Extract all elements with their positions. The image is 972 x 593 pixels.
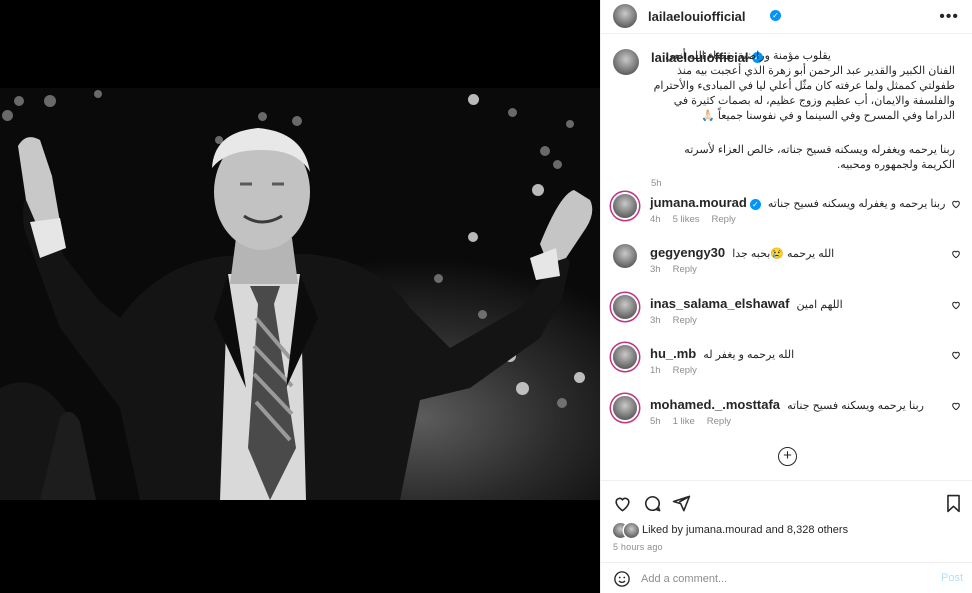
comment-username[interactable]: hu_.mb — [650, 346, 696, 361]
comment-time: 3h — [650, 315, 661, 326]
commenter-avatar[interactable] — [613, 396, 637, 420]
add-comment-bar: Post — [601, 562, 972, 593]
caption-text: يقلوب مؤمنة وراضية بقضاء الله أنعي الفنا… — [653, 50, 955, 122]
instagram-post-modal: lailaelouiofficial ✓ ••• lailaelouioffic… — [0, 0, 972, 593]
comment-text: الله يرحمه و يغفر له — [703, 349, 795, 361]
liker-avatar[interactable] — [624, 523, 639, 538]
commenter-avatar[interactable] — [613, 194, 637, 218]
caption-author-avatar[interactable] — [613, 49, 639, 75]
comment-username[interactable]: jumana.mourad — [650, 195, 747, 210]
man-figure — [0, 128, 593, 500]
comment-meta: 1h Reply — [650, 365, 709, 376]
heart-icon[interactable] — [951, 300, 961, 310]
comments-section[interactable]: lailaelouiofficial ✓ يقلوب مؤمنة وراضية ب… — [601, 35, 972, 480]
comment-username[interactable]: gegyengy30 — [650, 245, 725, 260]
author-username[interactable]: lailaelouiofficial — [648, 9, 746, 24]
commenter-avatar[interactable] — [613, 295, 637, 319]
emoji-icon[interactable] — [613, 570, 631, 588]
post-actions-bar: Liked by jumana.mourad and 8,328 others … — [601, 480, 972, 593]
heart-icon[interactable] — [951, 350, 961, 360]
reply-button[interactable]: Reply — [673, 315, 697, 326]
comment-time: 4h — [650, 214, 661, 225]
share-icon[interactable] — [672, 494, 691, 513]
likes-summary[interactable]: Liked by jumana.mourad and 8,328 others — [642, 524, 848, 536]
comment-body: mohamed._.mosttafa ربنا يرحمه ويسكنه فسي… — [650, 397, 924, 412]
comment-text: الله يرحمه 😢بحبه جدا — [732, 248, 835, 260]
post-header: lailaelouiofficial ✓ ••• — [601, 0, 972, 34]
heart-icon[interactable] — [951, 249, 961, 259]
post-media[interactable] — [0, 0, 600, 593]
reply-button[interactable]: Reply — [673, 365, 697, 376]
caption-time: 5h — [651, 178, 662, 189]
comment-likes[interactable]: 1 like — [673, 416, 695, 427]
comment-text: اللهم امين — [796, 299, 843, 311]
comment-body: inas_salama_elshawaf اللهم امين — [650, 296, 843, 311]
comment-item: jumana.mourad ✓ ربنا يرحمه و يغفرله ويسكن… — [611, 190, 961, 236]
comment-item: mohamed._.mosttafa ربنا يرحمه ويسكنه فسي… — [611, 392, 961, 438]
comment-time: 5h — [650, 416, 661, 427]
commenter-avatar[interactable] — [613, 244, 637, 268]
comment-meta: 3h Reply — [650, 315, 709, 326]
comment-time: 1h — [650, 365, 661, 376]
comment-meta: 4h 5 likes Reply — [650, 214, 748, 225]
reply-button[interactable]: Reply — [712, 214, 736, 225]
comment-body: jumana.mourad ✓ ربنا يرحمه و يغفرله ويسكن… — [650, 195, 945, 210]
post-comment-button[interactable]: Post — [941, 572, 963, 584]
comment-item: inas_salama_elshawaf اللهم امين 3h Reply — [611, 291, 961, 337]
verified-badge-icon: ✓ — [749, 198, 761, 210]
post-timestamp: 5 hours ago — [613, 542, 663, 552]
comment-icon[interactable] — [643, 494, 662, 513]
plus-circle-icon[interactable]: + — [778, 447, 797, 466]
comment-input[interactable] — [641, 571, 921, 587]
reply-button[interactable]: Reply — [673, 264, 697, 275]
heart-icon[interactable] — [951, 199, 961, 209]
commenter-avatar[interactable] — [613, 345, 637, 369]
post-photo — [0, 88, 600, 500]
comment-item: gegyengy30 الله يرحمه 😢بحبه جدا 3h Reply — [611, 240, 961, 286]
heart-icon[interactable] — [613, 494, 632, 513]
comment-username[interactable]: mohamed._.mosttafa — [650, 397, 780, 412]
comment-body: gegyengy30 الله يرحمه 😢بحبه جدا — [650, 245, 834, 260]
comment-meta: 3h Reply — [650, 264, 709, 275]
bookmark-icon[interactable] — [945, 494, 962, 513]
heart-icon[interactable] — [951, 401, 961, 411]
comment-username[interactable]: inas_salama_elshawaf — [650, 296, 789, 311]
comment-likes[interactable]: 5 likes — [673, 214, 700, 225]
comment-text: ربنا يرحمه و يغفرله ويسكنه فسيح جناته — [767, 198, 946, 210]
reply-button[interactable]: Reply — [707, 416, 731, 427]
caption-text-2: ربنا يرحمه ويغفرله ويسكنه فسيح جناته، خا… — [684, 144, 955, 171]
verified-badge-icon: ✓ — [770, 10, 781, 21]
comment-body: hu_.mb الله يرحمه و يغفر له — [650, 346, 794, 361]
comment-time: 3h — [650, 264, 661, 275]
post-details-panel: lailaelouiofficial ✓ ••• lailaelouioffic… — [600, 0, 972, 593]
comment-text: ربنا يرحمه ويسكنه فسيح جناته — [787, 400, 924, 412]
comment-meta: 5h 1 like Reply — [650, 416, 743, 427]
more-options-icon[interactable]: ••• — [939, 8, 959, 26]
comment-item: hu_.mb الله يرحمه و يغفر له 1h Reply — [611, 341, 961, 387]
author-avatar[interactable] — [613, 4, 637, 28]
